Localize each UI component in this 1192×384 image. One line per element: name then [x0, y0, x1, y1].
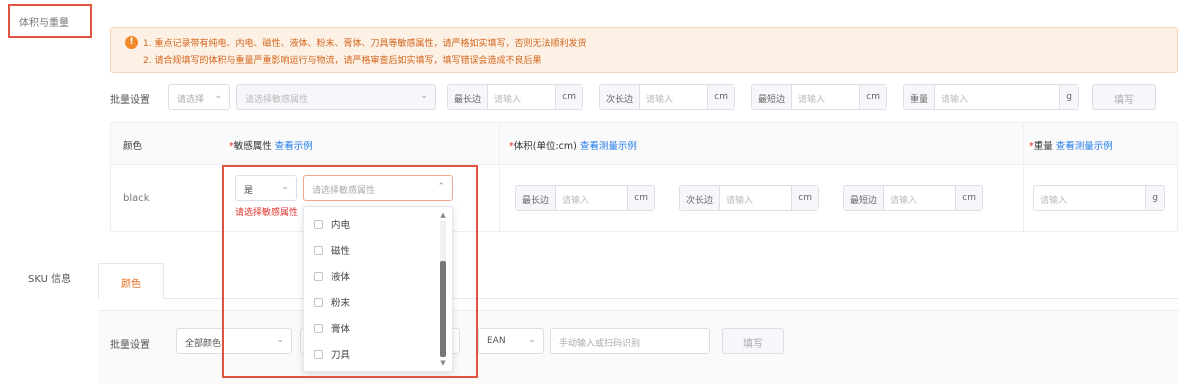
sensitive-example-link[interactable]: 查看示例: [275, 141, 313, 152]
batch-weight-unit: g: [1059, 85, 1078, 109]
notice-line-2: 2. 请合规填写的体积与重量严重影响运行与物流，请严格审查后如实填写，填写错误会…: [143, 56, 542, 66]
chevron-down-icon: ⌄: [528, 335, 536, 345]
batch-length-prefix: 最长边: [448, 85, 489, 109]
header-color: 颜色: [123, 141, 143, 152]
row-width-input[interactable]: 次长边 请输入 cm: [679, 185, 819, 211]
notice-banner: ! 1. 重点记录带有纯电、内电、磁性、液体、粉末、膏体、刀具等敏感属性，请严格…: [110, 27, 1178, 73]
row-length-unit: cm: [627, 186, 654, 210]
tab-color[interactable]: 颜色: [98, 263, 164, 299]
volume-example-link[interactable]: 查看测量示例: [580, 141, 637, 152]
batch-height-input[interactable]: 最短边 请输入 cm: [751, 84, 887, 110]
batch-height-unit: cm: [859, 85, 886, 109]
batch-weight-input[interactable]: 重量 请输入 g: [903, 84, 1079, 110]
header-weight-label: 重量: [1033, 141, 1053, 152]
batch-settings-label: 批量设置: [110, 95, 150, 106]
header-volume-label: 体积(单位:cm): [513, 141, 577, 152]
sku-ean-input[interactable]: 手动输入或扫码识别: [550, 328, 710, 354]
batch-weight-placeholder: 请输入: [941, 95, 969, 105]
batch-yesno-select[interactable]: 请选择 ⌄: [168, 84, 230, 110]
batch-fill-button[interactable]: 填写: [1092, 84, 1156, 110]
row-weight-unit: g: [1145, 186, 1164, 210]
row-weight-input[interactable]: 请输入 g: [1033, 185, 1165, 211]
batch-sensitive-placeholder: 请选择敏感属性: [245, 95, 309, 105]
header-sensitive: *敏感属性 查看示例: [229, 141, 313, 152]
batch-height-prefix: 最短边: [752, 85, 793, 109]
weight-example-link[interactable]: 查看测量示例: [1056, 141, 1113, 152]
batch-yesno-placeholder: 请选择: [177, 95, 205, 105]
batch-length-input[interactable]: 最长边 请输入 cm: [447, 84, 583, 110]
row-height-input[interactable]: 最短边 请输入 cm: [843, 185, 983, 211]
sku-fill-button[interactable]: 填写: [722, 328, 784, 354]
batch-width-prefix: 次长边: [600, 85, 641, 109]
row-weight-placeholder: 请输入: [1040, 196, 1068, 206]
sku-ean-select[interactable]: EAN ⌄: [478, 328, 544, 354]
sku-ean-placeholder: 手动输入或扫码识别: [559, 339, 641, 349]
section-title-volume-weight: 体积与重量: [8, 4, 92, 38]
header-sensitive-label: 敏感属性: [233, 141, 272, 152]
batch-width-placeholder: 请输入: [646, 95, 674, 105]
row-length-placeholder: 请输入: [562, 196, 590, 206]
warning-icon: !: [125, 36, 138, 49]
notice-line-1: 1. 重点记录带有纯电、内电、磁性、液体、粉末、膏体、刀具等敏感属性，请严格如实…: [143, 39, 587, 49]
sku-ean-value: EAN: [487, 336, 506, 346]
batch-width-unit: cm: [707, 85, 734, 109]
batch-width-input[interactable]: 次长边 请输入 cm: [599, 84, 735, 110]
row-height-unit: cm: [955, 186, 982, 210]
row-height-prefix: 最短边: [844, 186, 885, 210]
row-color-value: black: [123, 193, 150, 204]
row-width-unit: cm: [791, 186, 818, 210]
batch-weight-prefix: 重量: [904, 85, 936, 109]
batch-length-placeholder: 请输入: [494, 95, 522, 105]
row-width-prefix: 次长边: [680, 186, 721, 210]
column-divider: [499, 123, 500, 231]
row-width-placeholder: 请输入: [726, 196, 754, 206]
highlight-box: [222, 165, 478, 378]
column-divider: [1023, 123, 1024, 231]
sku-batch-label: 批量设置: [110, 340, 150, 351]
row-height-placeholder: 请输入: [890, 196, 918, 206]
sku-color-value: 全部颜色: [185, 339, 222, 349]
batch-length-unit: cm: [555, 85, 582, 109]
header-weight: *重量 查看测量示例: [1029, 141, 1113, 152]
row-length-input[interactable]: 最长边 请输入 cm: [515, 185, 655, 211]
batch-sensitive-select[interactable]: 请选择敏感属性 ⌄: [236, 84, 436, 110]
chevron-down-icon: ⌄: [420, 91, 428, 101]
batch-height-placeholder: 请输入: [798, 95, 826, 105]
row-length-prefix: 最长边: [516, 186, 557, 210]
chevron-down-icon: ⌄: [214, 91, 222, 101]
header-volume: *体积(单位:cm) 查看测量示例: [509, 141, 637, 152]
sku-info-label: SKU 信息: [28, 274, 72, 285]
